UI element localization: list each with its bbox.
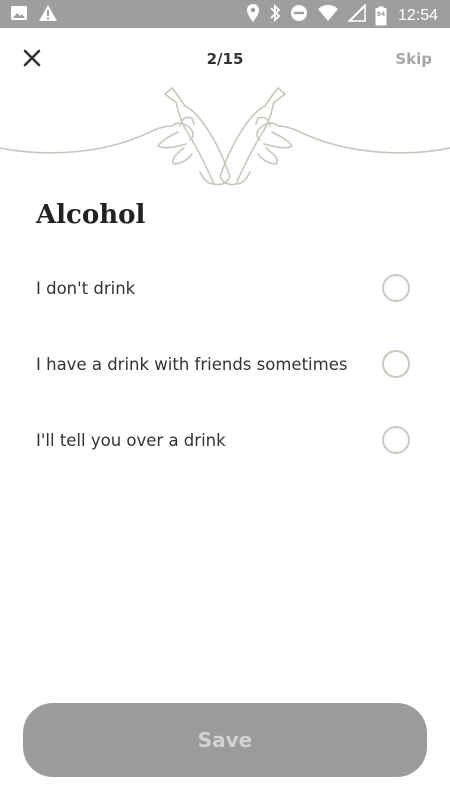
skip-button[interactable]: Skip [395,50,432,68]
radio-button[interactable] [382,350,410,378]
screen: 84 12:54 2/15 Skip Alcohol I don't drink… [0,0,450,800]
progress-text: 2/15 [206,50,244,68]
status-time: 12:54 [397,6,438,24]
radio-button[interactable] [382,274,410,302]
toasting-bottles-illustration [0,87,450,186]
location-icon [246,3,260,28]
signal-icon [347,3,366,27]
option-label: I don't drink [36,278,136,298]
status-left [10,4,58,27]
bluetooth-icon [269,3,281,28]
option-drink-with-friends[interactable]: I have a drink with friends sometimes [0,326,450,402]
option-label: I'll tell you over a drink [36,430,226,450]
options-list: I don't drink I have a drink with friend… [0,250,450,478]
battery-icon: 84 [375,6,387,26]
close-icon [23,49,41,67]
progress-indicator: 2/15 [0,50,450,68]
dnd-icon [290,4,308,27]
question-title: Alcohol [36,200,146,230]
option-tell-over-drink[interactable]: I'll tell you over a drink [0,402,450,478]
save-button[interactable]: Save [23,703,427,777]
option-label: I have a drink with friends sometimes [36,354,348,374]
wifi-icon [317,4,339,27]
status-bar: 84 12:54 [0,0,450,28]
option-dont-drink[interactable]: I don't drink [0,250,450,326]
status-right: 84 12:54 [246,3,438,28]
warning-icon [38,4,58,27]
battery-level: 84 [376,10,386,18]
image-icon [10,4,28,27]
radio-button[interactable] [382,426,410,454]
close-button[interactable] [18,44,46,72]
